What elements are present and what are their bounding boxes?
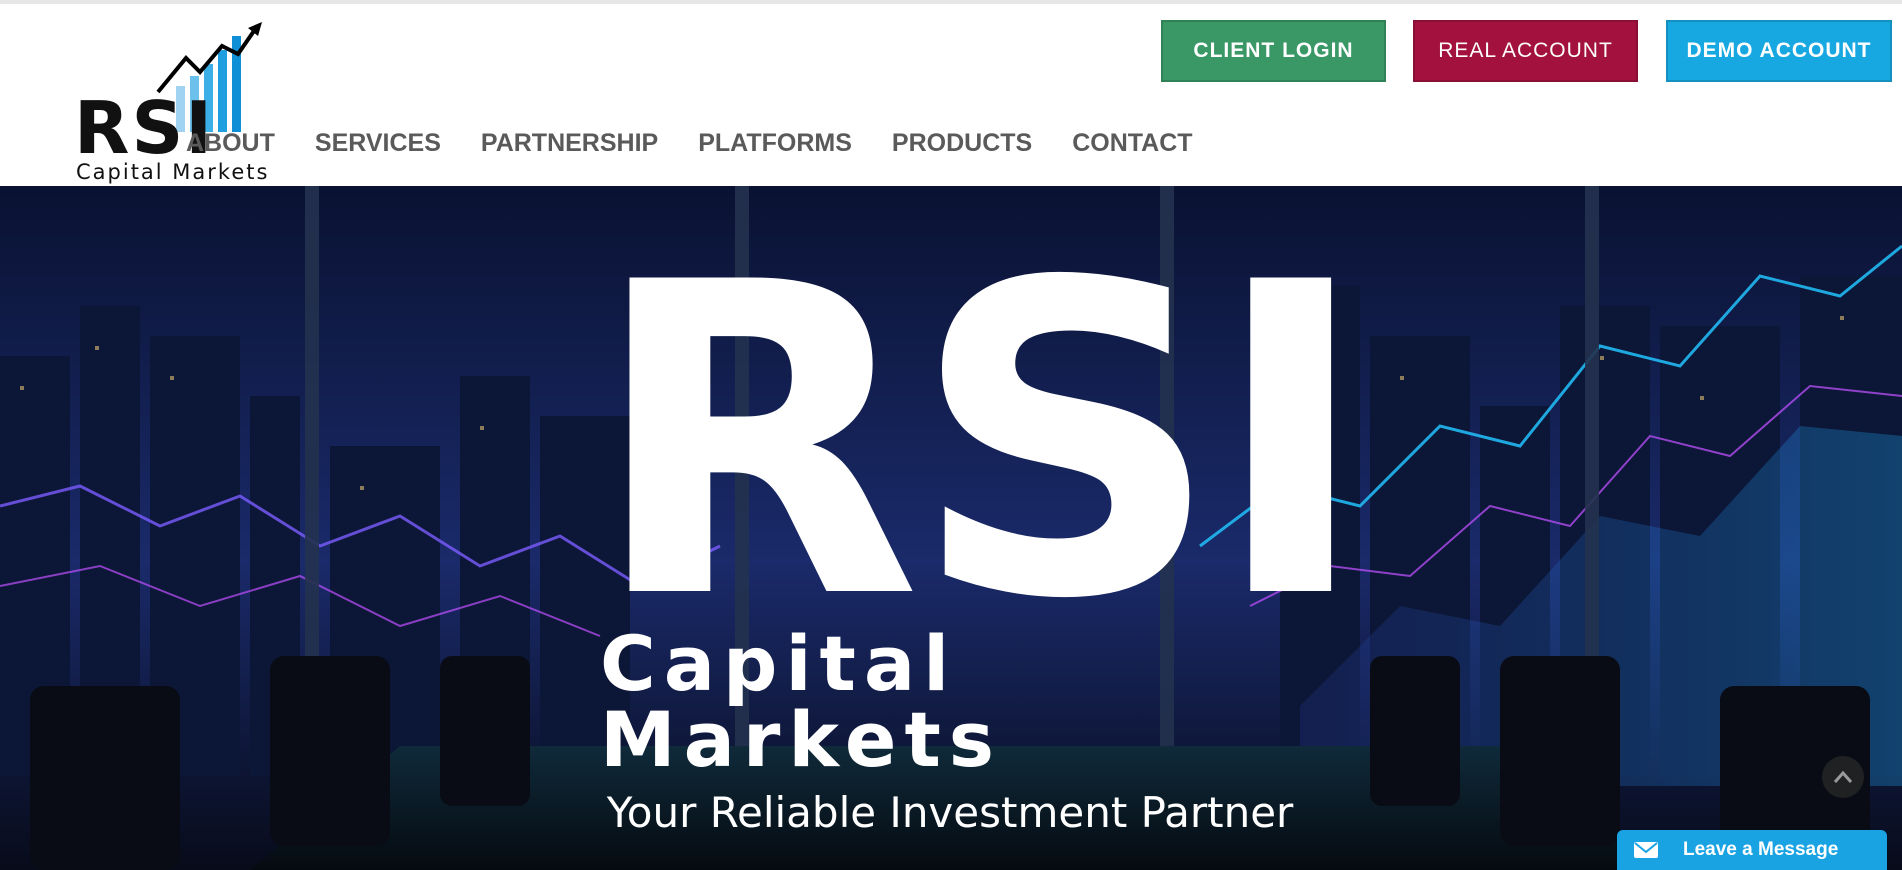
nav-platforms[interactable]: PLATFORMS xyxy=(698,128,852,158)
client-login-button[interactable]: CLIENT LOGIN xyxy=(1161,20,1386,82)
site-header: RSI Capital Markets ABOUT SERVICES PARTN… xyxy=(0,4,1902,186)
hero-banner: RSI Capital Markets Your Reliable Invest… xyxy=(0,186,1902,870)
envelope-icon xyxy=(1633,840,1659,860)
site-logo[interactable]: RSI Capital Markets xyxy=(72,22,292,190)
real-account-button[interactable]: REAL ACCOUNT xyxy=(1413,20,1638,82)
nav-partnership[interactable]: PARTNERSHIP xyxy=(481,128,658,158)
leave-message-label: Leave a Message xyxy=(1683,839,1839,860)
logo-subtitle: Capital Markets xyxy=(76,160,270,184)
main-nav: ABOUT SERVICES PARTNERSHIP PLATFORMS PRO… xyxy=(186,128,1233,158)
nav-contact[interactable]: CONTACT xyxy=(1072,128,1192,158)
hero-tagline: Your Reliable Investment Partner xyxy=(606,788,1294,837)
hero-title: RSI xyxy=(590,193,1371,693)
nav-services[interactable]: SERVICES xyxy=(315,128,441,158)
nav-about[interactable]: ABOUT xyxy=(186,128,275,158)
chevron-up-icon xyxy=(1833,770,1853,783)
hero-subtitle: Capital Markets xyxy=(600,619,1003,784)
leave-message-button[interactable]: Leave a Message xyxy=(1617,830,1887,870)
demo-account-button[interactable]: DEMO ACCOUNT xyxy=(1666,20,1892,82)
scroll-to-top-button[interactable] xyxy=(1822,756,1864,798)
nav-products[interactable]: PRODUCTS xyxy=(892,128,1032,158)
